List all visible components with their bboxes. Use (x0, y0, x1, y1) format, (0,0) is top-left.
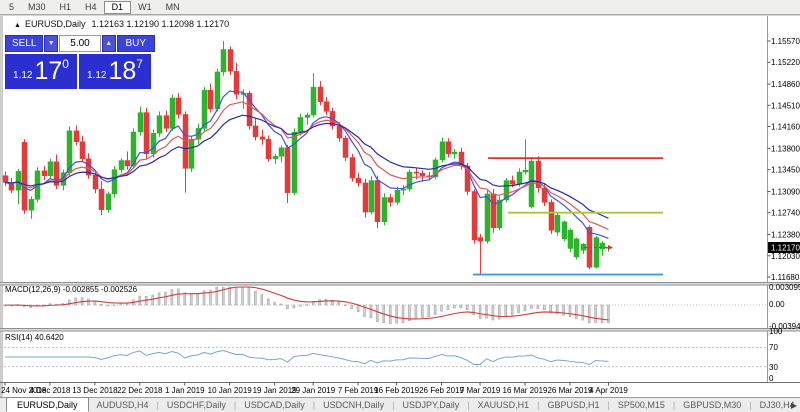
svg-text:1.14860: 1.14860 (771, 80, 800, 89)
sell-price-sup: 0 (62, 57, 69, 71)
svg-text:0.003095: 0.003095 (769, 283, 800, 292)
volume-step-up-icon[interactable]: ▲ (102, 35, 116, 52)
one-click-trade-widget: SELL ▼ ▲ BUY 1.12 17 0 1.12 18 7 (5, 35, 155, 89)
svg-text:1.13090: 1.13090 (771, 187, 800, 196)
svg-text:1.12380: 1.12380 (771, 231, 800, 240)
timeframe-button-mn[interactable]: MN (159, 1, 187, 14)
svg-text:26 Feb 2019: 26 Feb 2019 (419, 386, 464, 395)
svg-text:1.14160: 1.14160 (771, 123, 800, 132)
svg-text:16 Feb 2019: 16 Feb 2019 (374, 386, 419, 395)
svg-text:13 Dec 2018: 13 Dec 2018 (72, 386, 118, 395)
sell-price-big: 17 (34, 59, 62, 84)
svg-text:1.14510: 1.14510 (771, 101, 800, 110)
buy-price-panel[interactable]: 1.12 18 7 (79, 54, 151, 89)
buy-price-small: 1.12 (87, 70, 106, 81)
tab-usdcad-daily[interactable]: USDCAD,Daily (236, 400, 313, 410)
buy-button[interactable]: BUY (117, 35, 155, 52)
svg-text:1.13800: 1.13800 (771, 144, 800, 153)
volume-input[interactable] (59, 35, 101, 52)
svg-text:1 Jan 2019: 1 Jan 2019 (165, 386, 205, 395)
tab-xauusd-h1[interactable]: XAUUSD,H1 (470, 400, 538, 410)
svg-text:1.15220: 1.15220 (771, 58, 800, 67)
tab-gbpusd-m30[interactable]: GBPUSD,M30 (675, 400, 749, 410)
svg-text:0.00: 0.00 (769, 300, 785, 309)
tab-sp500-m15[interactable]: SP500,M15 (610, 400, 673, 410)
chart-symbol-title: EURUSD,Daily (25, 19, 86, 29)
svg-text:70: 70 (769, 343, 778, 352)
macd-label: MACD(12,26,9) -0.002855 -0.002526 (5, 285, 138, 294)
svg-text:26 Mar 2019: 26 Mar 2019 (547, 386, 592, 395)
timeframe-button-m30[interactable]: M30 (21, 1, 53, 14)
timeframe-button-h4[interactable]: H4 (78, 1, 104, 14)
svg-text:1.13450: 1.13450 (771, 166, 800, 175)
chart-ohlc-values: 1.12163 1.12190 1.12098 1.12170 (91, 19, 229, 29)
symbol-tabs-bar: EURUSD,DailyAUDUSD,H4|USDCHF,Daily|USDCA… (0, 397, 800, 412)
tab-usdchf-daily[interactable]: USDCHF,Daily (159, 400, 234, 410)
sell-price-small: 1.12 (13, 70, 32, 81)
trading-terminal: 5M30H1H4D1W1MN 1.15570 1.15220 1.14860 1.14… (0, 0, 800, 412)
svg-text:4 Dec 2018: 4 Dec 2018 (29, 386, 70, 395)
buy-price-sup: 7 (136, 57, 143, 71)
svg-text:30: 30 (769, 363, 778, 372)
tab-usdcnh-daily[interactable]: USDCNH,Daily (315, 400, 392, 410)
tab-gbpusd-h1[interactable]: GBPUSD,H1 (540, 400, 608, 410)
svg-text:100: 100 (769, 327, 783, 336)
svg-text:7 Feb 2019: 7 Feb 2019 (338, 386, 379, 395)
svg-text:1.12740: 1.12740 (771, 209, 800, 218)
svg-text:1.15570: 1.15570 (771, 37, 800, 46)
rsi-label: RSI(14) 40.6420 (5, 333, 64, 342)
timeframe-button-w1[interactable]: W1 (131, 1, 159, 14)
svg-text:7 Mar 2019: 7 Mar 2019 (460, 386, 501, 395)
collapse-icon[interactable]: ▲ (14, 22, 21, 29)
tab-audusd-h4[interactable]: AUDUSD,H4 (89, 400, 157, 410)
svg-text:22 Dec 2018: 22 Dec 2018 (117, 386, 163, 395)
timeframe-toolbar: 5M30H1H4D1W1MN (0, 0, 800, 15)
sell-price-panel[interactable]: 1.12 17 0 (5, 54, 77, 89)
svg-text:4 Apr 2019: 4 Apr 2019 (589, 386, 628, 395)
buy-price-big: 18 (108, 59, 136, 84)
volume-step-down-icon[interactable]: ▼ (44, 35, 58, 52)
svg-text:1.12170: 1.12170 (771, 244, 800, 253)
timeframe-button-h1[interactable]: H1 (53, 1, 79, 14)
timeframe-button-5[interactable]: 5 (2, 1, 21, 14)
svg-text:1.11680: 1.11680 (771, 273, 800, 282)
tab-usdjpy-daily[interactable]: USDJPY,Daily (394, 400, 467, 410)
sell-button[interactable]: SELL (5, 35, 43, 52)
tabs-scroll-right-icon[interactable]: ▶ (791, 401, 797, 410)
svg-text:16 Mar 2019: 16 Mar 2019 (503, 386, 548, 395)
tab-eurusd-daily[interactable]: EURUSD,Daily (6, 397, 89, 412)
svg-text:0: 0 (769, 374, 774, 383)
timeframe-button-d1[interactable]: D1 (104, 1, 132, 14)
svg-text:1.12030: 1.12030 (771, 252, 800, 261)
chart-header: ▲ EURUSD,Daily 1.12163 1.12190 1.12098 1.1… (14, 19, 229, 29)
svg-text:29 Jan 2019: 29 Jan 2019 (291, 386, 336, 395)
svg-text:10 Jan 2019: 10 Jan 2019 (208, 386, 253, 395)
